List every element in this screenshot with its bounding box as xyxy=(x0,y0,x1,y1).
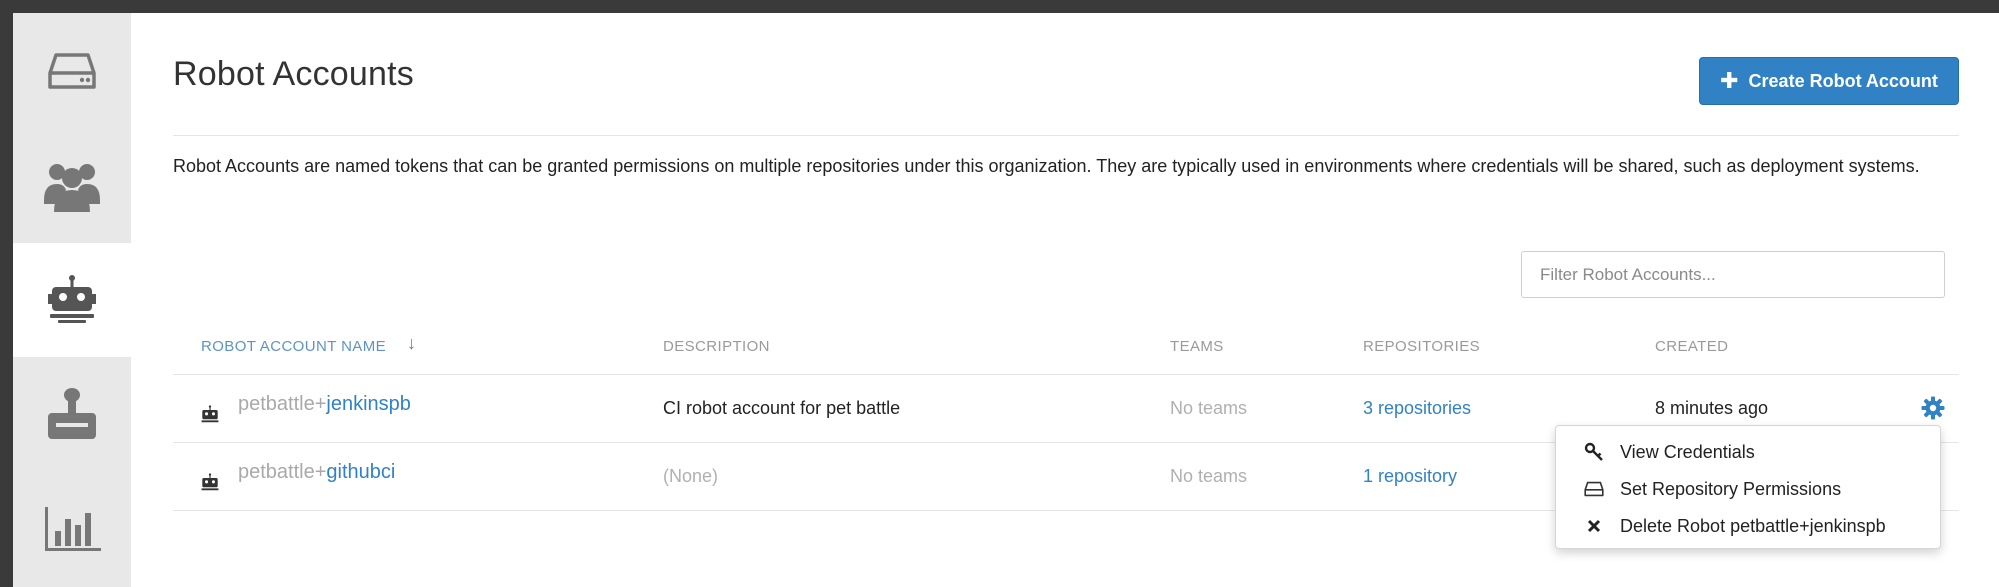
sidebar-item-applications[interactable] xyxy=(13,357,131,471)
menu-item-label: View Credentials xyxy=(1620,441,1755,462)
robot-icon xyxy=(46,274,98,326)
column-header-created[interactable]: CREATED xyxy=(1655,338,1728,355)
column-header-teams[interactable]: TEAMS xyxy=(1170,338,1224,355)
sidebar-item-usage-logs[interactable] xyxy=(13,471,131,587)
robot-icon xyxy=(200,473,220,498)
gear-icon[interactable] xyxy=(1921,396,1945,425)
divider xyxy=(173,135,1959,136)
robot-name[interactable]: petbattle+githubci xyxy=(238,461,395,484)
robot-description: (None) xyxy=(663,466,719,486)
app-window: Robot Accounts ✚ Create Robot Account Ro… xyxy=(13,13,1999,587)
main-content: Robot Accounts ✚ Create Robot Account Ro… xyxy=(173,13,1959,587)
robot-created: 8 minutes ago xyxy=(1655,398,1769,418)
sidebar xyxy=(13,13,131,587)
robot-actions-dropdown: View Credentials Set Repository Permissi… xyxy=(1555,425,1941,549)
sidebar-item-robot-accounts[interactable] xyxy=(13,243,131,357)
robot-name[interactable]: petbattle+jenkinspb xyxy=(238,393,411,416)
column-header-name[interactable]: ROBOT ACCOUNT NAME xyxy=(201,338,386,355)
page-description: Robot Accounts are named tokens that can… xyxy=(173,156,1920,176)
key-icon xyxy=(1582,442,1606,462)
robot-icon xyxy=(200,405,220,430)
column-header-repositories[interactable]: REPOSITORIES xyxy=(1363,338,1480,355)
column-header-description[interactable]: DESCRIPTION xyxy=(663,338,770,355)
view-credentials-menu-item[interactable]: View Credentials xyxy=(1556,435,1942,469)
robot-name-prefix: petbattle+ xyxy=(238,393,327,415)
robot-teams: No teams xyxy=(1170,398,1248,418)
sidebar-item-teams[interactable] xyxy=(13,129,131,243)
joystick-icon xyxy=(46,387,98,441)
users-icon xyxy=(44,160,100,212)
bar-chart-icon xyxy=(43,505,101,553)
menu-item-label: Delete Robot petbattle+jenkinspb xyxy=(1620,515,1886,536)
robot-repositories-link[interactable]: 1 repository xyxy=(1363,466,1457,487)
robot-repositories-link[interactable]: 3 repositories xyxy=(1363,398,1471,419)
hard-drive-icon xyxy=(1582,481,1606,497)
delete-robot-menu-item[interactable]: Delete Robot petbattle+jenkinspb xyxy=(1556,509,1942,543)
row-divider xyxy=(173,374,1959,375)
close-icon xyxy=(1582,519,1606,533)
hard-drive-icon xyxy=(48,51,96,91)
page-title: Robot Accounts xyxy=(173,55,414,93)
create-robot-account-button[interactable]: ✚ Create Robot Account xyxy=(1699,57,1959,105)
menu-item-label: Set Repository Permissions xyxy=(1620,478,1842,499)
sidebar-item-repositories[interactable] xyxy=(13,13,131,129)
create-robot-account-label: Create Robot Account xyxy=(1748,70,1938,91)
robot-description: CI robot account for pet battle xyxy=(663,398,901,418)
robot-name-suffix: githubci xyxy=(326,461,396,483)
sort-arrow-down-icon[interactable]: ↓ xyxy=(407,333,416,354)
robot-teams: No teams xyxy=(1170,466,1248,486)
plus-icon: ✚ xyxy=(1720,68,1739,93)
robot-name-prefix: petbattle+ xyxy=(238,461,327,483)
filter-robot-accounts-input[interactable] xyxy=(1521,251,1945,298)
robot-name-suffix: jenkinspb xyxy=(326,393,411,415)
set-repository-permissions-menu-item[interactable]: Set Repository Permissions xyxy=(1556,472,1942,506)
